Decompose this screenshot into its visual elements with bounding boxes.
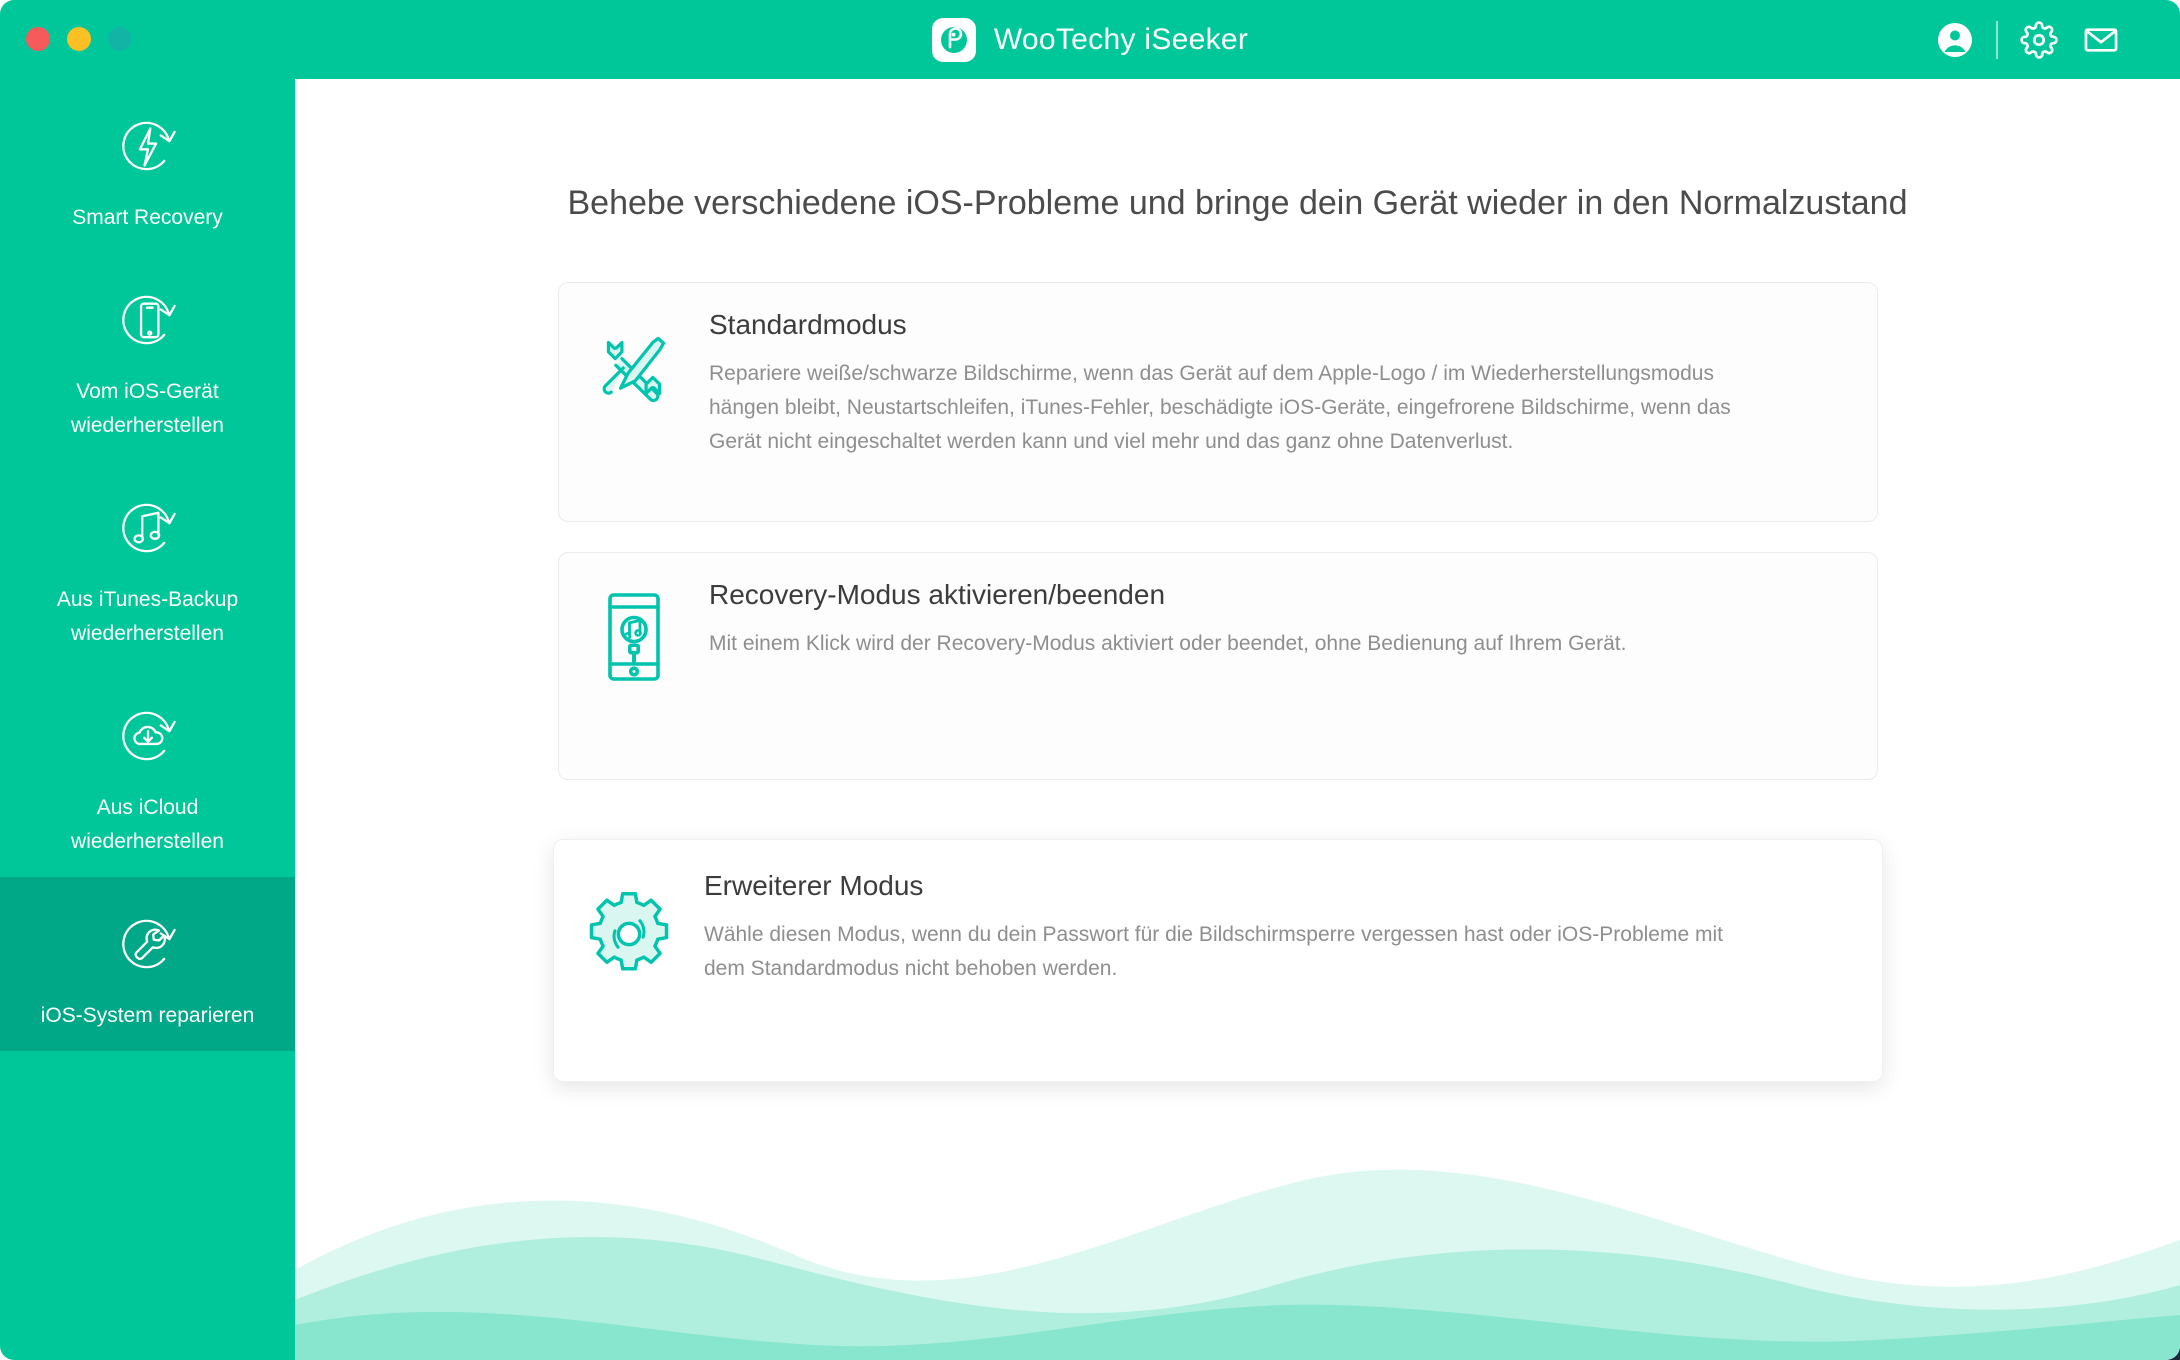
sidebar-item-label: Aus iTunes-Backup wiederherstellen xyxy=(56,588,239,645)
mode-card-recovery[interactable]: Recovery-Modus aktivieren/beenden Mit ei… xyxy=(558,552,1878,780)
sidebar-item-icloud-recovery[interactable]: Aus iCloud wiederherstellen xyxy=(0,669,295,877)
card-text-block: Erweiterer Modus Wähle diesen Modus, wen… xyxy=(704,840,1764,986)
card-title: Standardmodus xyxy=(709,309,907,340)
user-circle-icon[interactable] xyxy=(1924,9,1986,71)
main-content: Behebe verschiedene iOS-Probleme und bri… xyxy=(295,79,2180,1360)
wrench-refresh-icon xyxy=(106,903,190,987)
sidebar: Smart Recovery Vom iOS-Gerät wiederherst… xyxy=(0,79,295,1360)
app-title: WooTechy iSeeker xyxy=(993,22,1249,56)
card-description: Wähle diesen Modus, wenn du dein Passwor… xyxy=(704,923,1723,980)
sidebar-item-label: Vom iOS-Gerät wiederherstellen xyxy=(71,380,224,437)
wrench-screwdriver-icon xyxy=(559,283,709,411)
envelope-icon[interactable] xyxy=(2070,9,2132,71)
music-refresh-icon xyxy=(106,487,190,571)
sidebar-item-label: Aus iCloud wiederherstellen xyxy=(71,796,224,853)
title-center-group: WooTechy iSeeker xyxy=(0,0,2180,79)
lightning-refresh-icon xyxy=(106,105,190,189)
card-description: Repariere weiße/schwarze Bildschirme, we… xyxy=(709,362,1731,453)
gear-settings-icon xyxy=(554,840,704,980)
page-title: Behebe verschiedene iOS-Probleme und bri… xyxy=(567,184,1908,222)
title-bar: WooTechy iSeeker xyxy=(0,0,2180,79)
sidebar-item-label: iOS-System reparieren xyxy=(40,1004,255,1027)
cloud-download-refresh-icon xyxy=(106,695,190,779)
sidebar-item-smart-recovery[interactable]: Smart Recovery xyxy=(0,79,295,253)
sidebar-item-itunes-backup-recovery[interactable]: Aus iTunes-Backup wiederherstellen xyxy=(0,461,295,669)
app-logo-icon xyxy=(931,17,976,62)
sidebar-item-label: Smart Recovery xyxy=(72,206,223,229)
card-text-block: Standardmodus Repariere weiße/schwarze B… xyxy=(709,283,1789,459)
mode-card-advanced[interactable]: Erweiterer Modus Wähle diesen Modus, wen… xyxy=(553,839,1883,1082)
decorative-waves xyxy=(295,1169,2180,1360)
card-title: Recovery-Modus aktivieren/beenden xyxy=(709,579,1166,610)
app-window: WooTechy iSeeker Smart Recovery Vom iOS-… xyxy=(0,0,2180,1360)
card-title: Erweiterer Modus xyxy=(704,870,924,901)
mode-card-standard[interactable]: Standardmodus Repariere weiße/schwarze B… xyxy=(558,282,1878,522)
sidebar-item-ios-system-repair[interactable]: iOS-System reparieren xyxy=(0,877,295,1051)
card-description: Mit einem Klick wird der Recovery-Modus … xyxy=(709,632,1627,655)
phone-itunes-cable-icon xyxy=(559,553,709,685)
titlebar-divider xyxy=(1996,20,1998,59)
sidebar-item-ios-device-recovery[interactable]: Vom iOS-Gerät wiederherstellen xyxy=(0,253,295,461)
phone-refresh-icon xyxy=(106,279,190,363)
titlebar-actions xyxy=(1924,0,2132,79)
gear-icon[interactable] xyxy=(2008,9,2070,71)
card-text-block: Recovery-Modus aktivieren/beenden Mit ei… xyxy=(709,553,1666,661)
